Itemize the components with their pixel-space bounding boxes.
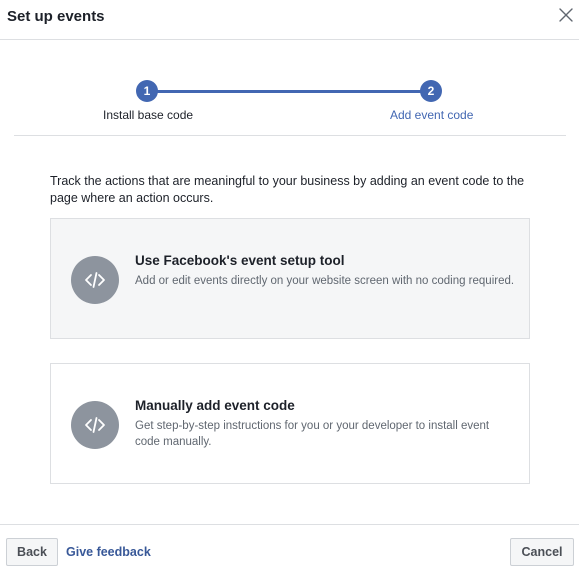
intro-text: Track the actions that are meaningful to… [50, 174, 525, 205]
step-2-indicator: 2 [420, 80, 442, 102]
option-title: Use Facebook's event setup tool [135, 253, 345, 268]
option-title: Manually add event code [135, 398, 295, 413]
close-icon[interactable] [557, 6, 575, 24]
dialog-header: Set up events [0, 0, 579, 40]
step-1-indicator: 1 [136, 80, 158, 102]
option-description: Get step-by-step instructions for you or… [135, 420, 490, 448]
step-2-label: Add event code [390, 108, 474, 122]
dialog-title: Set up events [7, 8, 105, 25]
code-icon [71, 256, 119, 304]
back-button[interactable]: Back [6, 538, 58, 566]
progress-stepper: 1 2 Install base code Add event code [0, 78, 579, 138]
step-1-label: Install base code [103, 108, 194, 122]
manual-event-code-option[interactable]: Manually add event code Get step-by-step… [50, 363, 530, 484]
stepper-connector [147, 90, 431, 93]
cancel-button[interactable]: Cancel [510, 538, 574, 566]
dialog-footer: Back Give feedback Cancel [0, 524, 579, 569]
event-setup-tool-option[interactable]: Use Facebook's event setup tool Add or e… [50, 218, 530, 339]
give-feedback-link[interactable]: Give feedback [66, 545, 151, 559]
stepper-divider [14, 135, 566, 136]
option-description: Add or edit events directly on your webs… [135, 275, 515, 287]
code-icon [71, 401, 119, 449]
